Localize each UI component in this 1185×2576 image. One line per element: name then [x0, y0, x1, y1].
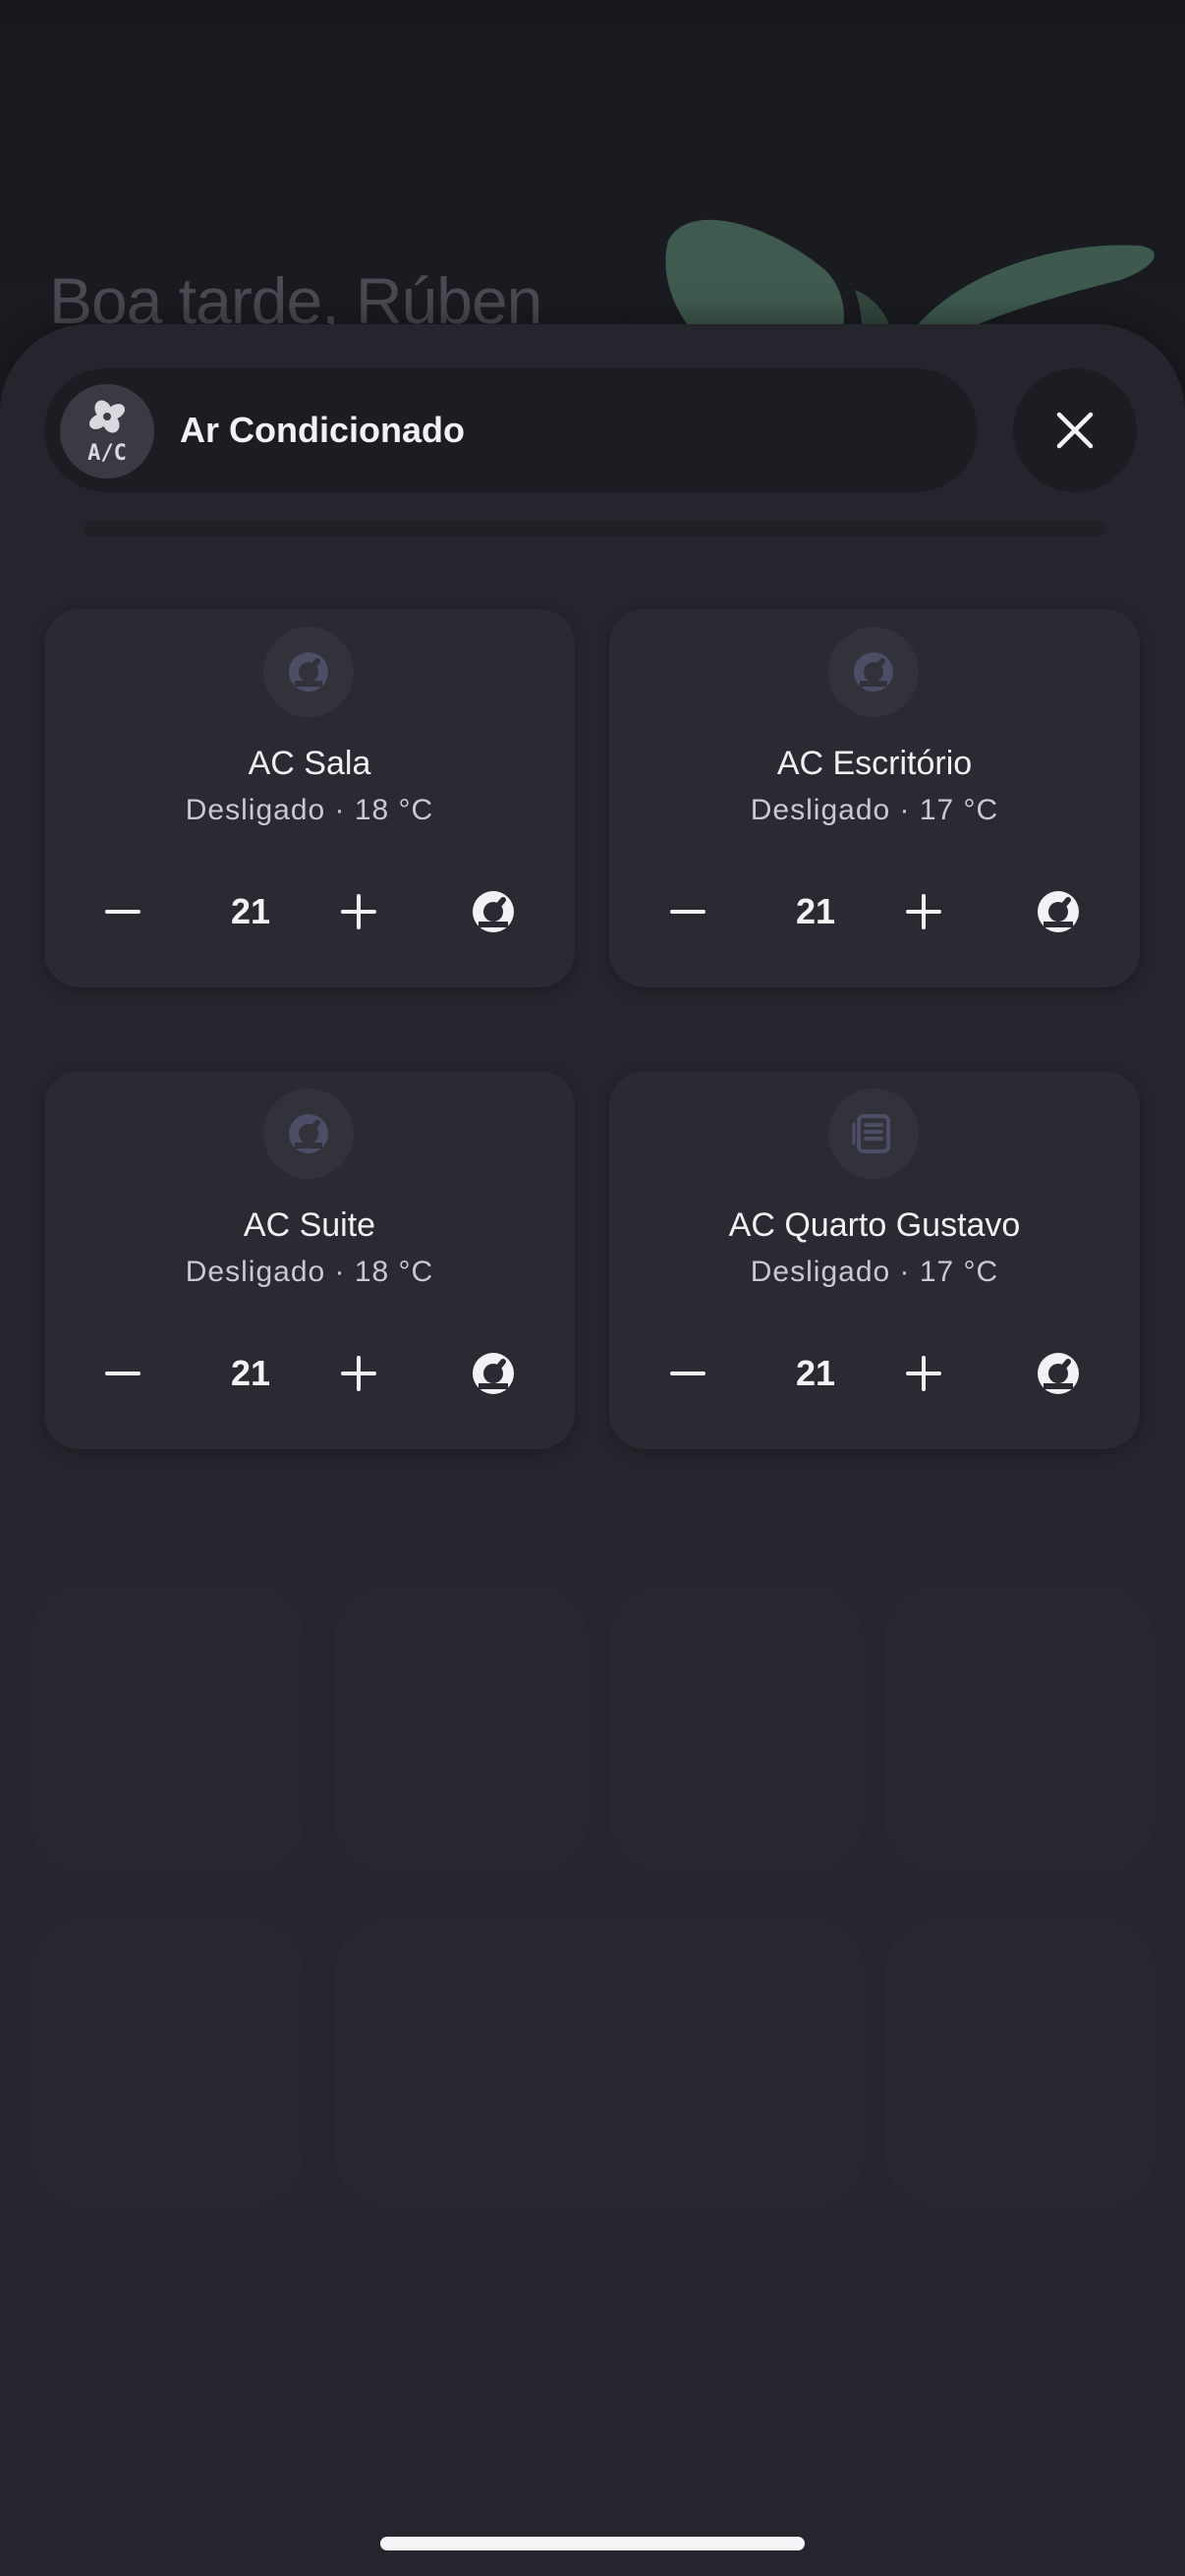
ac-fan-icon: A/C	[60, 384, 154, 478]
device-controls: 21	[609, 872, 1140, 951]
device-controls: 21	[609, 1334, 1140, 1413]
increase-button[interactable]	[319, 872, 398, 951]
mode-button[interactable]	[1019, 872, 1098, 951]
minus-icon	[670, 910, 705, 914]
device-card-ac-quarto-gustavo[interactable]: AC Quarto Gustavo Desligado · 17 °C 21	[609, 1071, 1140, 1449]
gauge-icon	[263, 1089, 354, 1179]
device-name: AC Suite	[243, 1206, 376, 1244]
device-controls: 21	[44, 1334, 575, 1413]
setpoint-value: 21	[795, 891, 836, 931]
gauge-mode-icon	[1038, 1353, 1079, 1394]
plus-icon	[341, 894, 376, 929]
plus-icon	[906, 894, 941, 929]
sheet-divider	[84, 521, 1105, 536]
setpoint-value: 21	[795, 1353, 836, 1393]
gauge-icon	[828, 627, 919, 717]
device-status: Desligado · 18 °C	[185, 1256, 434, 1288]
minus-icon	[105, 1372, 141, 1375]
device-card-ac-escritorio[interactable]: AC Escritório Desligado · 17 °C 21	[609, 609, 1140, 987]
mode-button[interactable]	[1019, 1334, 1098, 1413]
device-name: AC Sala	[248, 745, 371, 782]
screen: Boa tarde, Rúben A/C Ar Condicionado AC …	[0, 0, 1185, 2576]
setpoint-value: 21	[230, 1353, 271, 1393]
decrease-button[interactable]	[649, 872, 727, 951]
gauge-icon	[263, 627, 354, 717]
minus-icon	[670, 1372, 705, 1375]
gauge-mode-icon	[473, 891, 514, 932]
heater-icon	[828, 1089, 919, 1179]
device-name: AC Quarto Gustavo	[728, 1206, 1021, 1244]
increase-button[interactable]	[319, 1334, 398, 1413]
plus-icon	[341, 1356, 376, 1391]
mode-button[interactable]	[454, 872, 533, 951]
device-card-ac-suite[interactable]: AC Suite Desligado · 18 °C 21	[44, 1071, 575, 1449]
setpoint-value: 21	[230, 891, 271, 931]
close-icon	[1056, 412, 1094, 449]
home-indicator[interactable]	[380, 2537, 805, 2550]
increase-button[interactable]	[884, 872, 963, 951]
device-controls: 21	[44, 872, 575, 951]
sheet-title: Ar Condicionado	[180, 410, 465, 450]
gauge-mode-icon	[473, 1353, 514, 1394]
device-status: Desligado · 17 °C	[750, 794, 999, 826]
minus-icon	[105, 910, 141, 914]
decrease-button[interactable]	[84, 1334, 162, 1413]
mode-button[interactable]	[454, 1334, 533, 1413]
device-status: Desligado · 17 °C	[750, 1256, 999, 1288]
svg-text:A/C: A/C	[87, 441, 127, 464]
decrease-button[interactable]	[649, 1334, 727, 1413]
decrease-button[interactable]	[84, 872, 162, 951]
device-status: Desligado · 18 °C	[185, 794, 434, 826]
gauge-mode-icon	[1038, 891, 1079, 932]
header-bar: A/C Ar Condicionado	[44, 368, 978, 492]
device-name: AC Escritório	[776, 745, 973, 782]
close-button[interactable]	[1013, 368, 1137, 492]
device-card-ac-sala[interactable]: AC Sala Desligado · 18 °C 21	[44, 609, 575, 987]
plus-icon	[906, 1356, 941, 1391]
ac-bottom-sheet: A/C Ar Condicionado AC Sala Desligado · …	[0, 324, 1185, 2576]
increase-button[interactable]	[884, 1334, 963, 1413]
